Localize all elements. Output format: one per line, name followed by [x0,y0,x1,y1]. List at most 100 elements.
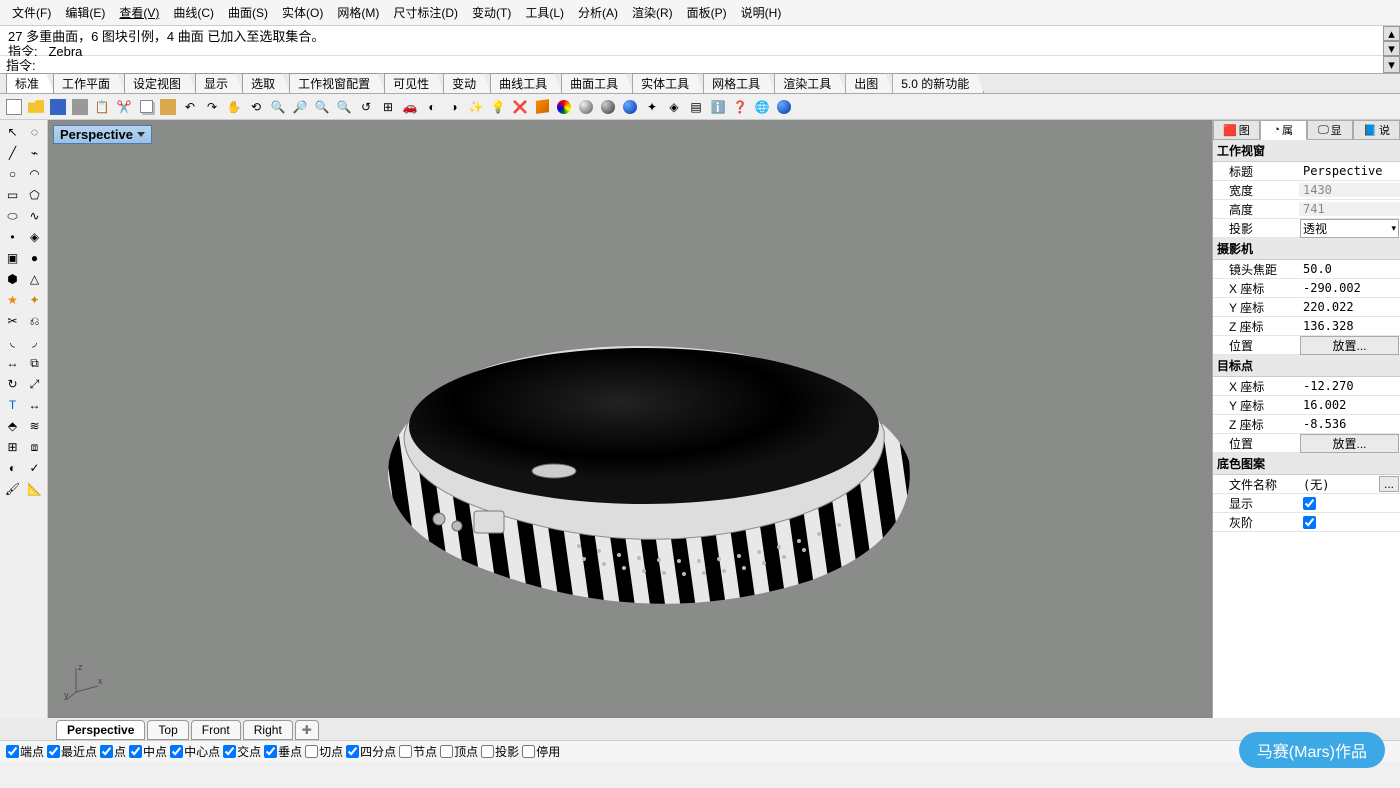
help-icon[interactable]: ❓ [730,97,750,117]
toggle-lights-icon[interactable]: 💡 [488,97,508,117]
tab-vplayout[interactable]: 工作视窗配置 [289,73,385,93]
4view-icon[interactable]: ⊞ [378,97,398,117]
check-icon[interactable]: ✓ [24,458,45,478]
move-icon[interactable]: ↔ [2,353,23,373]
options-icon[interactable]: ✨ [466,97,486,117]
history-scroll-up[interactable]: ▴ [1383,26,1400,41]
group-icon[interactable]: ⧈ [24,437,45,457]
trim-icon[interactable]: ✂ [2,311,23,331]
osnap-project[interactable]: 投影 [481,743,519,760]
paste-icon[interactable] [158,97,178,117]
osnap-perp[interactable]: 垂点 [264,743,302,760]
vtab-right[interactable]: Right [243,720,293,740]
box-icon[interactable]: ▣ [2,248,23,268]
prop-ty-value[interactable]: 16.002 [1299,398,1400,412]
panel-tab-properties[interactable]: ◔属 [1260,120,1307,140]
prop-projection-select[interactable]: 透视 [1300,219,1399,238]
cylinder-icon[interactable]: ⬢ [2,269,23,289]
env-icon[interactable]: ◈ [664,97,684,117]
menu-solid[interactable]: 实体(O) [275,1,330,24]
named-cplane-icon[interactable]: ◐ [422,97,442,117]
tab-select[interactable]: 选取 [242,73,290,93]
menu-view[interactable]: 查看(V) [112,1,166,24]
scale-icon[interactable]: ⤢ [24,374,45,394]
place-camera-button[interactable]: 放置... [1300,336,1399,355]
zoom-window-icon[interactable]: 🔍 [312,97,332,117]
dim-icon[interactable]: ↔ [24,395,45,415]
menu-analyze[interactable]: 分析(A) [571,1,625,24]
line-icon[interactable]: ╱ [2,143,23,163]
circle-icon[interactable]: ○ [2,164,23,184]
prop-tx-value[interactable]: -12.270 [1299,379,1400,393]
panel-tab-display[interactable]: 🖵显 [1307,120,1354,140]
zoom-extents-icon[interactable]: 🔎 [290,97,310,117]
arc-icon[interactable]: ◠ [24,164,45,184]
rect-icon[interactable]: ▭ [2,185,23,205]
array-icon[interactable]: ⊞ [2,437,23,457]
tab-display[interactable]: 显示 [195,73,243,93]
osnap-point[interactable]: 点 [100,743,126,760]
command-input[interactable] [43,57,1394,72]
prop-camz-value[interactable]: 136.328 [1299,319,1400,333]
osnap-quad[interactable]: 四分点 [346,743,396,760]
undo-icon[interactable]: ↶ [180,97,200,117]
vtab-top[interactable]: Top [147,720,188,740]
command-line[interactable]: 指令: ▾ [0,56,1400,74]
menu-curve[interactable]: 曲线(C) [166,1,221,24]
tab-curvetools[interactable]: 曲线工具 [490,73,562,93]
prop-tz-value[interactable]: -8.536 [1299,417,1400,431]
prop-camy-value[interactable]: 220.022 [1299,300,1400,314]
rotate-tool-icon[interactable]: ↻ [2,374,23,394]
prop-camx-value[interactable]: -290.002 [1299,281,1400,295]
vtab-front[interactable]: Front [191,720,241,740]
tab-visibility[interactable]: 可见性 [384,73,444,93]
tab-standard[interactable]: 标准 [6,73,54,93]
paint-icon[interactable]: 🖌 [2,479,23,499]
polygon-icon[interactable]: ⬠ [24,185,45,205]
browse-file-button[interactable]: ... [1379,476,1399,492]
menu-panels[interactable]: 面板(P) [680,1,734,24]
copy-tool-icon[interactable]: ⧉ [24,353,45,373]
history-scroll-down[interactable]: ▾ [1383,41,1400,56]
tab-setview[interactable]: 设定视图 [124,73,196,93]
raytrace-icon[interactable] [774,97,794,117]
vtab-perspective[interactable]: Perspective [56,720,145,740]
menu-file[interactable]: 文件(F) [5,1,58,24]
panel-tab-layers[interactable]: 🟥图 [1213,120,1260,140]
polyline-icon[interactable]: ⌁ [24,143,45,163]
osnap-cen[interactable]: 中心点 [170,743,220,760]
text-icon[interactable]: T [2,395,23,415]
cplane-icon[interactable]: 🚗 [400,97,420,117]
menu-transform[interactable]: 变动(T) [465,1,518,24]
osnap-near[interactable]: 最近点 [47,743,97,760]
boolean-icon[interactable]: ◐ [2,458,23,478]
spotlight-icon[interactable]: ✦ [642,97,662,117]
osnap-mid[interactable]: 中点 [129,743,167,760]
curve-icon[interactable]: ∿ [24,206,45,226]
pan-icon[interactable]: ✋ [224,97,244,117]
shade-icon[interactable] [576,97,596,117]
fillet-icon[interactable]: ◟ [2,332,23,352]
tab-meshtools[interactable]: 网格工具 [703,73,775,93]
zoom-icon[interactable]: 🔍 [268,97,288,117]
vtab-add[interactable]: ✚ [295,720,319,740]
menu-mesh[interactable]: 网格(M) [330,1,386,24]
new-icon[interactable] [4,97,24,117]
osnap-tan[interactable]: 切点 [305,743,343,760]
chamfer-icon[interactable]: ◞ [24,332,45,352]
surface-icon[interactable]: ◈ [24,227,45,247]
object-props-icon[interactable]: ℹ️ [708,97,728,117]
tab-newv5[interactable]: 5.0 的新功能 [892,73,984,93]
tab-cplanes[interactable]: 工作平面 [53,73,125,93]
menu-edit[interactable]: 编辑(E) [58,1,112,24]
osnap-vertex[interactable]: 顶点 [440,743,478,760]
flamingo-icon[interactable]: 🌐 [752,97,772,117]
sphere-icon[interactable]: ● [24,248,45,268]
viewport-perspective[interactable]: Perspective [48,120,1212,718]
menu-tools[interactable]: 工具(L) [518,1,571,24]
tab-surfacetools[interactable]: 曲面工具 [561,73,633,93]
loft-icon[interactable]: ≋ [24,416,45,436]
point-icon[interactable]: • [2,227,23,247]
doc-props-icon[interactable]: 📋 [92,97,112,117]
measure-icon[interactable]: 📐 [24,479,45,499]
